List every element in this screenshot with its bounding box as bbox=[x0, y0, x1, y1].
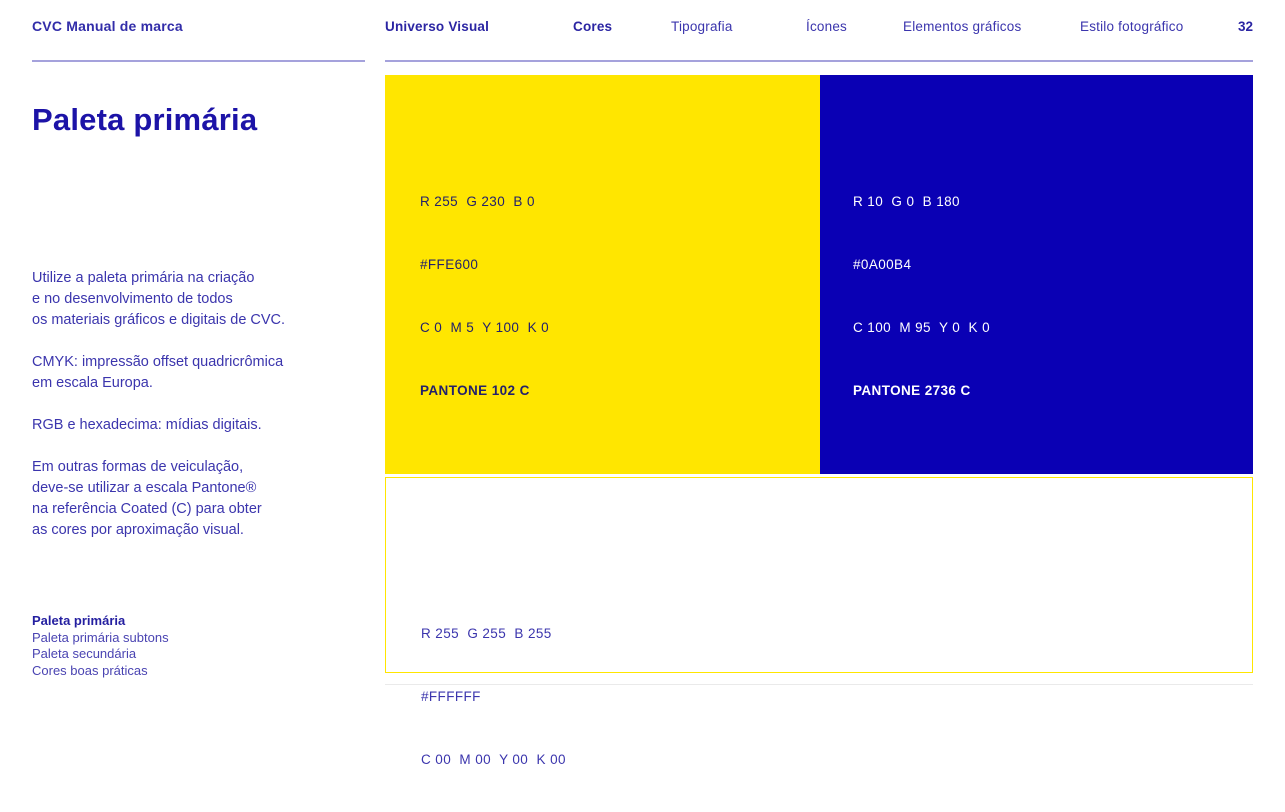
color-swatch-yellow: R 255 G 230 B 0 #FFE600 C 0 M 5 Y 100 K … bbox=[385, 75, 820, 474]
swatch-blue-specs: R 10 G 0 B 180 #0A00B4 C 100 M 95 Y 0 K … bbox=[853, 149, 990, 443]
nav-item-universo-visual[interactable]: Universo Visual bbox=[385, 19, 489, 34]
menu-item-paleta-primaria-subtons[interactable]: Paleta primária subtons bbox=[32, 630, 169, 647]
nav-item-elementos-graficos[interactable]: Elementos gráficos bbox=[903, 19, 1021, 34]
swatch-rgb-value: R 255 G 255 B 255 bbox=[421, 623, 566, 644]
paragraph-cmyk: CMYK: impressão offset quadricrômica em … bbox=[32, 352, 377, 394]
swatch-hex-value: #FFE600 bbox=[420, 254, 549, 275]
swatch-pantone-value: PANTONE 102 C bbox=[420, 380, 549, 401]
paragraph-rgb: RGB e hexadecima: mídias digitais. bbox=[32, 415, 377, 436]
swatch-cmyk-value: C 00 M 00 Y 00 K 00 bbox=[421, 749, 566, 770]
intro-paragraphs: Utilize a paleta primária na criação e n… bbox=[32, 268, 377, 562]
menu-item-paleta-secundaria[interactable]: Paleta secundária bbox=[32, 646, 169, 663]
nav-item-tipografia[interactable]: Tipografia bbox=[671, 19, 733, 34]
swatch-rgb-value: R 255 G 230 B 0 bbox=[420, 191, 549, 212]
header-divider-right bbox=[385, 60, 1253, 62]
page-number: 32 bbox=[1238, 19, 1253, 34]
section-menu: Paleta primária Paleta primária subtons … bbox=[32, 613, 169, 679]
nav-item-estilo-fotografico[interactable]: Estilo fotográfico bbox=[1080, 19, 1183, 34]
menu-item-cores-boas-praticas[interactable]: Cores boas práticas bbox=[32, 663, 169, 680]
swatch-cmyk-value: C 100 M 95 Y 0 K 0 bbox=[853, 317, 990, 338]
brand-title: CVC Manual de marca bbox=[32, 18, 183, 34]
swatch-cmyk-value: C 0 M 5 Y 100 K 0 bbox=[420, 317, 549, 338]
swatch-white-specs: R 255 G 255 B 255 #FFFFFF C 00 M 00 Y 00… bbox=[421, 581, 566, 812]
next-section-top-edge bbox=[385, 684, 1253, 685]
swatch-yellow-specs: R 255 G 230 B 0 #FFE600 C 0 M 5 Y 100 K … bbox=[420, 149, 549, 443]
color-swatch-blue: R 10 G 0 B 180 #0A00B4 C 100 M 95 Y 0 K … bbox=[820, 75, 1253, 474]
nav-item-cores[interactable]: Cores bbox=[573, 19, 612, 34]
paragraph-usage: Utilize a paleta primária na criação e n… bbox=[32, 268, 377, 331]
swatch-hex-value: #0A00B4 bbox=[853, 254, 990, 275]
swatch-hex-value: #FFFFFF bbox=[421, 686, 566, 707]
menu-item-paleta-primaria[interactable]: Paleta primária bbox=[32, 613, 169, 630]
manual-page: CVC Manual de marca Universo Visual Core… bbox=[0, 0, 1285, 689]
paragraph-pantone: Em outras formas de veiculação, deve-se … bbox=[32, 457, 377, 541]
color-swatch-white: R 255 G 255 B 255 #FFFFFF C 00 M 00 Y 00… bbox=[385, 477, 1253, 673]
swatch-pantone-value: PANTONE 2736 C bbox=[853, 380, 990, 401]
nav-item-icones[interactable]: Ícones bbox=[806, 19, 847, 34]
header-divider-left bbox=[32, 60, 365, 62]
page-title: Paleta primária bbox=[32, 102, 257, 138]
swatch-rgb-value: R 10 G 0 B 180 bbox=[853, 191, 990, 212]
